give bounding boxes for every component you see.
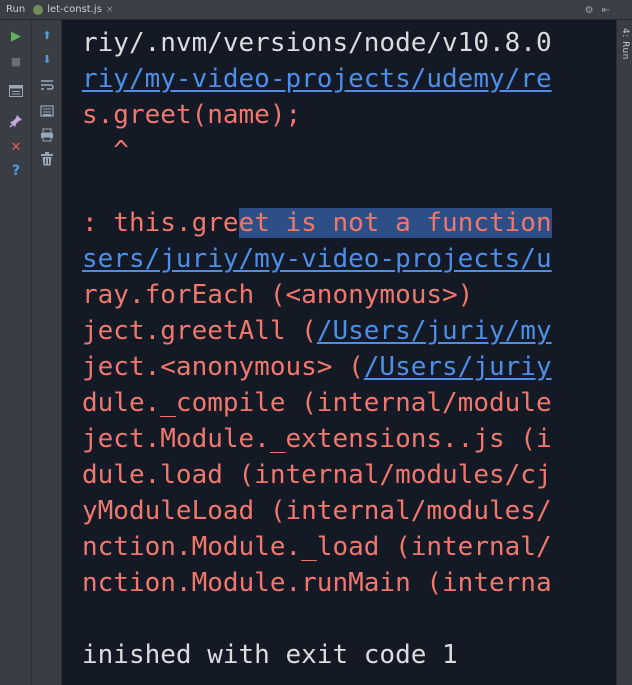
console-text: dule._compile (internal/module: [82, 388, 552, 418]
close-tab-icon[interactable]: ×: [106, 5, 114, 15]
console-text: yModuleLoad (internal/modules/: [82, 496, 552, 526]
run-config-tab-label: let-const.js: [47, 4, 102, 15]
arrow-up-icon[interactable]: ⬆: [38, 26, 56, 44]
rerun-icon[interactable]: ▶: [7, 27, 25, 45]
console-text: ray.forEach (<anonymous>): [82, 280, 474, 310]
console-file-link[interactable]: /Users/juriy: [364, 352, 552, 382]
console-line: nction.Module.runMain (interna: [82, 565, 552, 601]
console-output[interactable]: riy/.nvm/versions/node/v10.8.0 riy/my-vid…: [62, 20, 616, 685]
console-file-link[interactable]: riy/my-video-projects/udemy/re: [82, 64, 552, 94]
clear-all-trash-icon[interactable]: [38, 150, 56, 168]
hide-window-icon[interactable]: ⇤: [602, 5, 610, 16]
console-line: ^: [82, 133, 129, 169]
console-line: nction.Module._load (internal/: [82, 529, 552, 565]
run-config-tab[interactable]: let-const.js ×: [33, 4, 113, 15]
run-actions-toolbar: ▶ ■ ✕ ?: [0, 20, 32, 685]
console-selected-text: et is not a function: [238, 208, 552, 238]
console-line: s.greet(name);: [82, 97, 301, 133]
console-file-link[interactable]: sers/juriy/my-video-projects/u: [82, 244, 552, 274]
run-tool-window-button[interactable]: 4: Run: [620, 28, 630, 60]
console-text: ject.greetAll (: [82, 316, 317, 346]
console-line: inished with exit code 1: [82, 637, 458, 673]
console-line: : this.greet is not a function: [82, 205, 552, 241]
console-text: dule.load (internal/modules/cj: [82, 460, 552, 490]
pin-tab-icon[interactable]: [7, 112, 25, 130]
console-text: nction.Module.runMain (interna: [82, 568, 552, 598]
scroll-to-end-icon[interactable]: [38, 102, 56, 120]
close-icon[interactable]: ✕: [7, 138, 25, 156]
console-line: riy/my-video-projects/udemy/re: [82, 61, 552, 97]
console-text: inished with exit code 1: [82, 640, 458, 670]
node-config-icon: [33, 4, 44, 15]
run-window-title: Run: [6, 4, 26, 15]
console-line: ray.forEach (<anonymous>): [82, 277, 473, 313]
console-line: riy/.nvm/versions/node/v10.8.0: [82, 25, 552, 61]
console-text: riy/.nvm/versions/node/v10.8.0: [82, 28, 552, 58]
console-text: ject.Module._extensions..js (i: [82, 424, 552, 454]
console-line: ject.greetAll (/Users/juriy/my: [82, 313, 552, 349]
console-file-link[interactable]: /Users/juriy/my: [317, 316, 552, 346]
restore-layout-icon[interactable]: [7, 82, 25, 100]
settings-gear-icon[interactable]: ⚙: [585, 5, 594, 16]
console-line: sers/juriy/my-video-projects/u: [82, 241, 552, 277]
stop-icon[interactable]: ■: [7, 52, 25, 70]
console-line: ject.<anonymous> (/Users/juriy: [82, 349, 552, 385]
console-text: s.greet(name);: [82, 100, 302, 130]
arrow-down-icon[interactable]: ⬇: [38, 50, 56, 68]
console-toolbar: ⬆ ⬇: [32, 20, 62, 685]
run-tool-window: Run let-const.js × ⚙ ⇤ ▶ ■ ✕ ? ⬆ ⬇ riy/.…: [0, 0, 632, 685]
soft-wrap-icon[interactable]: [38, 76, 56, 94]
console-text: ject.<anonymous> (: [82, 352, 364, 382]
console-line: dule._compile (internal/module: [82, 385, 552, 421]
console-text: : this.gre: [82, 208, 239, 238]
console-text: nction.Module._load (internal/: [82, 532, 552, 562]
right-tool-strip: 4: Run: [616, 20, 632, 685]
console-line: ject.Module._extensions..js (i: [82, 421, 552, 457]
run-title-bar: Run let-const.js × ⚙ ⇤: [0, 0, 632, 20]
console-line: dule.load (internal/modules/cj: [82, 457, 552, 493]
console-line: yModuleLoad (internal/modules/: [82, 493, 552, 529]
console-text: ^: [82, 136, 129, 166]
title-bar-actions: ⚙ ⇤: [585, 0, 610, 20]
help-icon[interactable]: ?: [7, 162, 25, 180]
print-icon[interactable]: [38, 126, 56, 144]
